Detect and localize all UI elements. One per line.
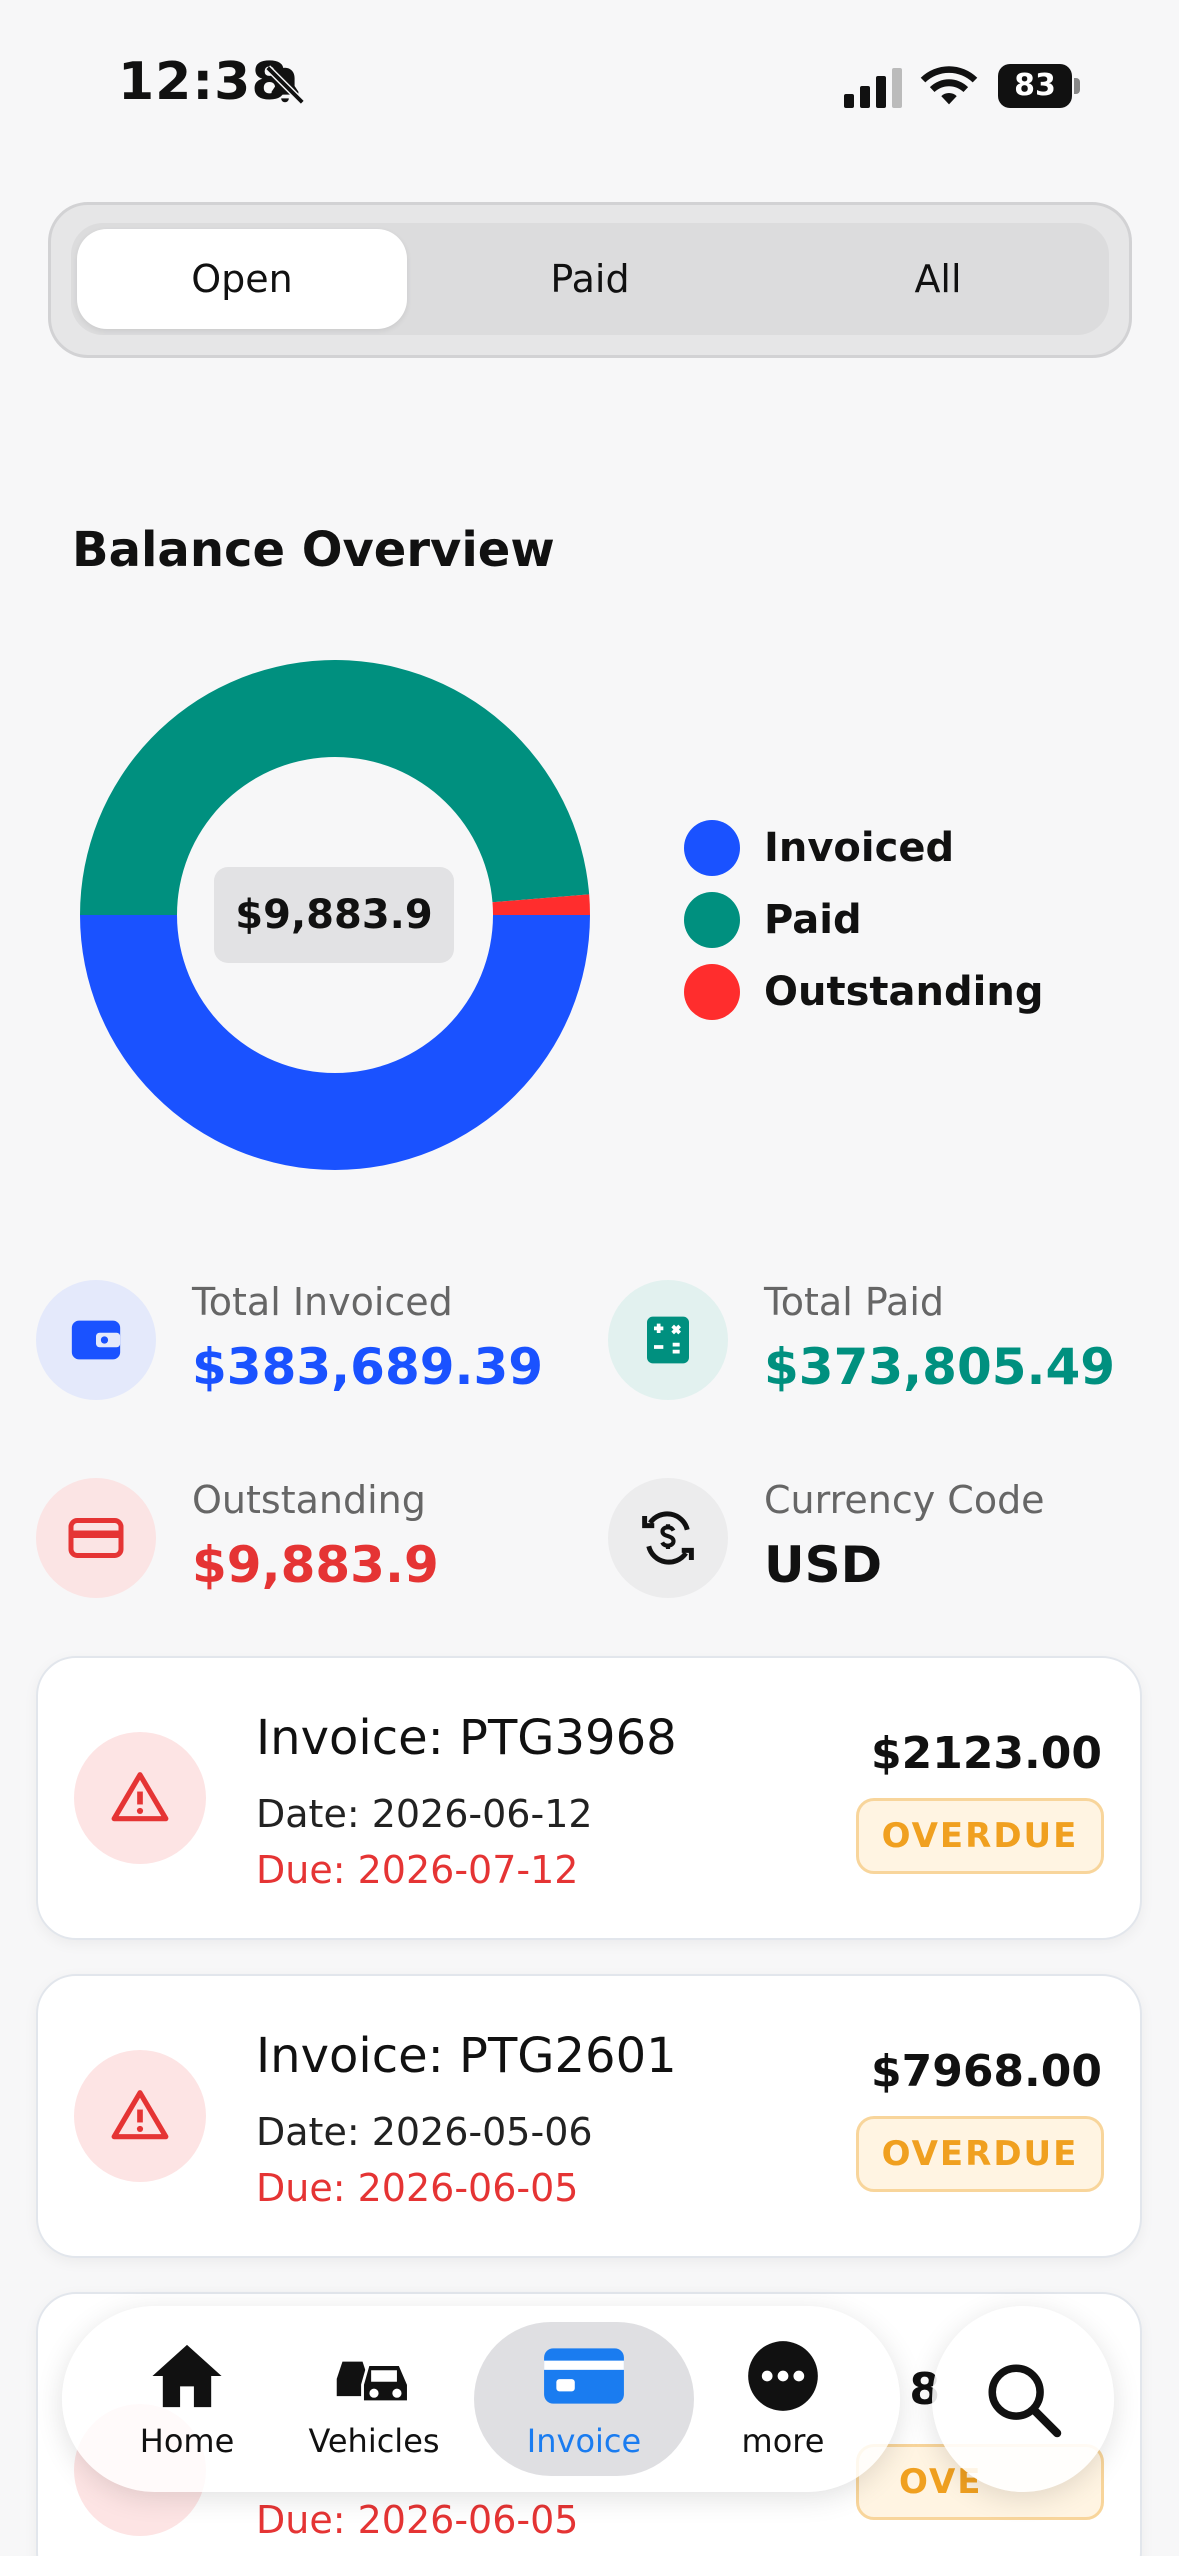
stat-currency-code: Currency Code USD (608, 1478, 1168, 1628)
stat-value: $9,883.9 (192, 1536, 439, 1594)
battery-level: 83 (998, 64, 1072, 108)
stat-label: Currency Code (764, 1478, 1045, 1522)
bottom-tab-bar: Home Vehicles Invoice more (62, 2306, 900, 2492)
invoice-icon (544, 2348, 624, 2404)
wallet-icon (36, 1280, 156, 1400)
invoice-card[interactable]: Invoice: PTG2601 Date: 2026-05-06 Due: 2… (36, 1974, 1142, 2258)
legend-label: Invoiced (764, 825, 955, 871)
invoice-amount: $7968.00 (870, 2046, 1102, 2097)
stat-outstanding: Outstanding $9,883.9 (36, 1478, 596, 1628)
invoice-card[interactable]: Invoice: PTG3968 Date: 2026-06-12 Due: 2… (36, 1656, 1142, 1940)
legend-label: Paid (764, 897, 862, 943)
tab-open[interactable]: Open (77, 229, 407, 329)
invoice-due-date: Due: 2026-06-05 (256, 2166, 579, 2210)
stat-value: USD (764, 1536, 883, 1594)
nav-label: more (741, 2422, 825, 2460)
section-title: Balance Overview (72, 522, 555, 578)
stat-label: Total Paid (764, 1280, 944, 1324)
nav-more[interactable]: more (698, 2306, 868, 2492)
stat-label: Total Invoiced (192, 1280, 453, 1324)
legend-dot-icon (684, 892, 740, 948)
home-icon (152, 2344, 222, 2408)
calculator-icon (608, 1280, 728, 1400)
search-icon (988, 2364, 1062, 2438)
nav-label: Invoice (526, 2422, 642, 2460)
invoice-due-date: Due: 2026-07-12 (256, 1848, 579, 1892)
nav-label: Home (139, 2422, 235, 2460)
stat-value: $383,689.39 (192, 1338, 544, 1396)
tab-paid[interactable]: Paid (425, 229, 755, 329)
currency-exchange-icon (608, 1478, 728, 1598)
stat-value: $373,805.49 (764, 1338, 1116, 1396)
tab-all[interactable]: All (773, 229, 1103, 329)
credit-card-icon (36, 1478, 156, 1598)
more-icon (748, 2341, 818, 2411)
invoice-amount: $2123.00 (870, 1728, 1102, 1779)
stat-total-invoiced: Total Invoiced $383,689.39 (36, 1280, 596, 1430)
invoice-number: Invoice: PTG3968 (256, 1710, 677, 1766)
stat-total-paid: Total Paid $373,805.49 (608, 1280, 1168, 1430)
legend-dot-icon (684, 964, 740, 1020)
search-button[interactable] (932, 2306, 1114, 2492)
warning-icon (74, 1732, 206, 1864)
nav-invoice[interactable]: Invoice (474, 2322, 694, 2476)
invoice-number: Invoice: PTG2601 (256, 2028, 677, 2084)
invoice-due-date: Due: 2026-06-05 (256, 2498, 579, 2542)
signal-icon (844, 68, 902, 108)
legend-label: Outstanding (764, 969, 1044, 1015)
legend-item-invoiced: Invoiced (684, 812, 1043, 884)
status-filter-tabs: Open Paid All (48, 202, 1132, 358)
nav-home[interactable]: Home (102, 2306, 272, 2492)
stat-label: Outstanding (192, 1478, 426, 1522)
bell-muted-icon (265, 65, 305, 105)
nav-vehicles[interactable]: Vehicles (284, 2306, 464, 2492)
chart-legend: Invoiced Paid Outstanding (684, 812, 1043, 1028)
status-badge: OVERDUE (856, 1798, 1104, 1874)
invoice-date: Date: 2026-05-06 (256, 2110, 593, 2154)
donut-center-value: $9,883.9 (214, 867, 454, 963)
invoice-date: Date: 2026-06-12 (256, 1792, 593, 1836)
status-badge: OVERDUE (856, 2116, 1104, 2192)
battery-indicator: 83 (998, 64, 1080, 108)
vehicles-icon (336, 2361, 410, 2404)
wifi-icon (920, 66, 978, 105)
warning-icon (74, 2050, 206, 2182)
legend-item-outstanding: Outstanding (684, 956, 1043, 1028)
nav-label: Vehicles (308, 2422, 440, 2460)
legend-item-paid: Paid (684, 884, 1043, 956)
legend-dot-icon (684, 820, 740, 876)
